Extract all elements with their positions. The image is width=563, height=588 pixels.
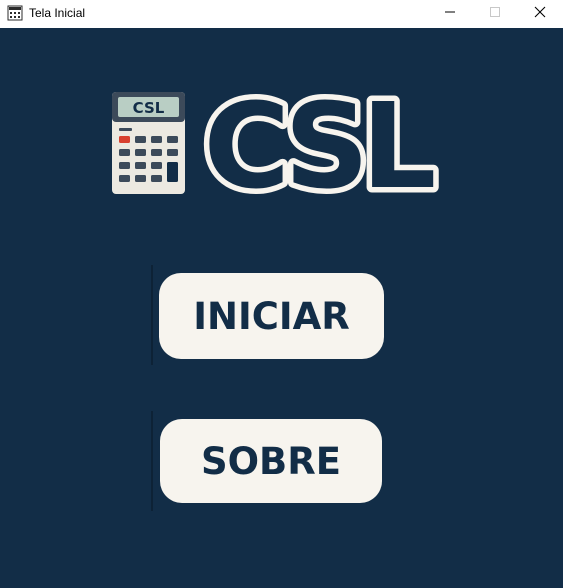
minimize-icon <box>444 5 456 23</box>
calculator-display-text: CSL <box>133 99 165 117</box>
csl-logo: CSL CSL <box>112 72 447 221</box>
main-panel: CSL CSL INICIAR SOBRE <box>0 28 563 588</box>
title-bar[interactable]: Tela Inicial <box>0 0 563 28</box>
maximize-icon <box>489 5 501 23</box>
calculator-logo-icon: CSL <box>112 92 185 194</box>
application-window: Tela Inicial CSL CSL INICIAR SOBRE <box>0 0 563 588</box>
window-title: Tela Inicial <box>29 6 86 20</box>
divider <box>151 265 153 365</box>
start-button-label: INICIAR <box>193 294 350 338</box>
close-icon <box>534 5 546 23</box>
close-button[interactable] <box>517 0 563 28</box>
about-button[interactable]: SOBRE <box>160 419 382 503</box>
csl-wordmark: CSL <box>198 72 447 221</box>
start-button[interactable]: INICIAR <box>159 273 384 359</box>
maximize-button[interactable] <box>472 0 518 28</box>
logo-wordmark-text: CSL <box>204 92 434 198</box>
divider <box>151 411 153 511</box>
calculator-icon <box>7 5 23 21</box>
minimize-button[interactable] <box>427 0 473 28</box>
about-button-label: SOBRE <box>200 439 342 483</box>
